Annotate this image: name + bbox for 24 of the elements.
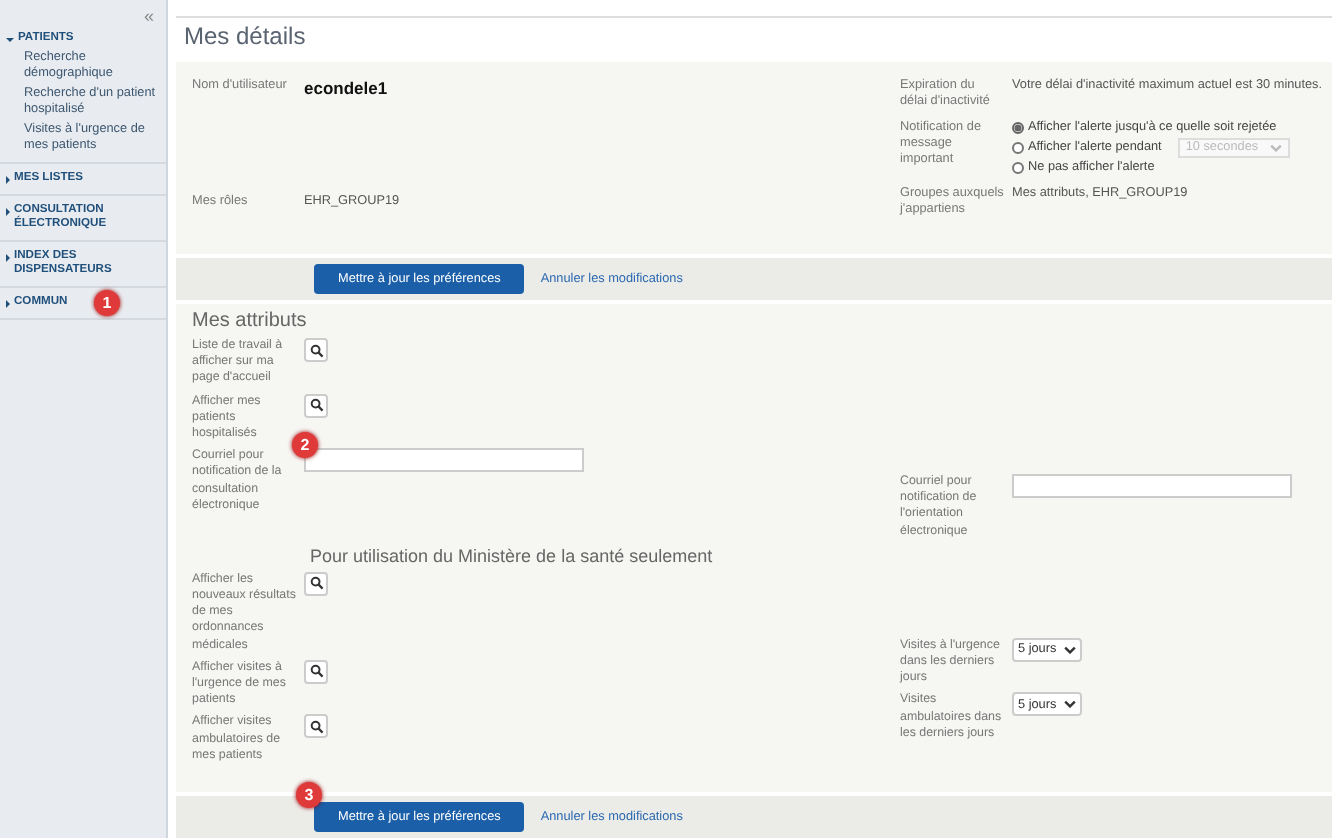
chevron-down-icon (1064, 700, 1077, 709)
search-button[interactable] (304, 714, 328, 739)
username: econdele1 (304, 78, 388, 98)
radio-button[interactable] (1012, 122, 1024, 134)
radio-button[interactable] (1012, 162, 1024, 174)
search-icon (309, 343, 323, 357)
search-button[interactable] (304, 659, 328, 684)
step-badge: 1 (94, 290, 120, 316)
email-field[interactable] (1012, 474, 1292, 498)
section-title: Mes attributs (192, 310, 309, 332)
search-icon (309, 719, 323, 734)
radio-button[interactable] (1012, 142, 1024, 154)
page-title: Mes détails (184, 22, 306, 50)
chevron-down-icon (1064, 645, 1077, 654)
email-field[interactable] (304, 448, 584, 473)
search-icon (309, 664, 323, 679)
search-button[interactable] (304, 338, 328, 362)
search-icon (309, 576, 323, 591)
chevron-down-icon (1270, 144, 1283, 152)
search-button[interactable] (304, 393, 328, 418)
search-button[interactable] (304, 571, 328, 596)
section-heading: Pour utilisation du Ministère de la santé seulement (308, 543, 715, 570)
step-badge: 2 (292, 432, 318, 459)
search-icon (309, 398, 323, 413)
